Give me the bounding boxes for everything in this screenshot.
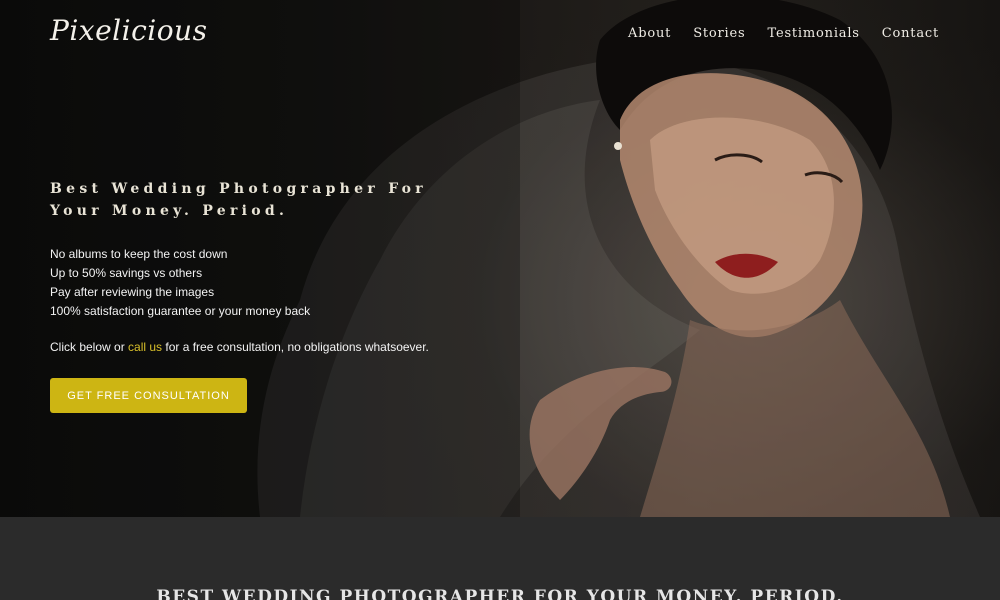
intro-section: Best Wedding Photographer For Your Money…	[0, 517, 1000, 600]
benefit-item: No albums to keep the cost down	[50, 247, 228, 261]
benefits-list: No albums to keep the cost down Up to 50…	[50, 245, 310, 321]
hero-headline: Best Wedding Photographer For Your Money…	[50, 181, 427, 219]
get-free-consultation-button[interactable]: GET FREE CONSULTATION	[50, 378, 247, 413]
call-us-link[interactable]: call us	[128, 340, 162, 354]
consult-text-before: Click below or	[50, 340, 129, 354]
nav-contact[interactable]: Contact	[882, 26, 939, 41]
section-title: Best Wedding Photographer For Your Money…	[156, 587, 844, 600]
nav-testimonials[interactable]: Testimonials	[767, 26, 859, 41]
consultation-text: Click below or call us for a free consul…	[50, 340, 429, 354]
main-nav: About Stories Testimonials Contact	[628, 26, 939, 41]
hero-section: Pixelicious About Stories Testimonials C…	[0, 0, 1000, 517]
nav-about[interactable]: About	[628, 26, 671, 41]
benefit-item: 100% satisfaction guarantee or your mone…	[50, 304, 311, 318]
nav-stories[interactable]: Stories	[693, 26, 745, 41]
benefit-item: Pay after reviewing the images	[50, 285, 215, 299]
consult-text-after: for a free consultation, no obligations …	[162, 340, 429, 354]
benefit-item: Up to 50% savings vs others	[50, 266, 203, 280]
site-logo[interactable]: Pixelicious	[50, 14, 207, 47]
